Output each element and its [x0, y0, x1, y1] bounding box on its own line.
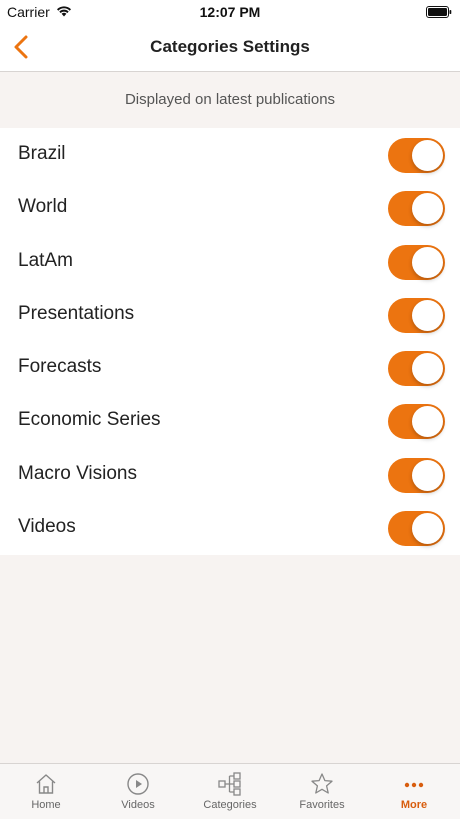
category-row-forecasts: Forecasts	[0, 341, 460, 394]
category-label: Economic Series	[18, 409, 161, 431]
tab-label: Categories	[203, 799, 257, 811]
videos-toggle[interactable]	[388, 511, 445, 547]
toggle-knob	[412, 193, 443, 225]
tab-favorites[interactable]: Favorites	[276, 764, 368, 819]
category-row-world: World	[0, 181, 460, 234]
forecasts-toggle[interactable]	[388, 351, 445, 387]
category-label: Forecasts	[18, 356, 102, 378]
toggle-knob	[412, 406, 443, 438]
section-header-text: Displayed on latest publications	[124, 91, 336, 108]
toggle-knob	[412, 513, 443, 545]
hierarchy-icon	[218, 772, 241, 796]
toggle-knob	[412, 246, 443, 278]
category-label: Videos	[18, 516, 76, 538]
toggle-knob	[412, 353, 443, 385]
navigation-bar: Categories Settings	[0, 24, 460, 72]
status-time: 12:07 PM	[199, 4, 261, 20]
tab-label: Home	[31, 799, 61, 811]
tab-label: Favorites	[299, 799, 345, 811]
category-label: LatAm	[18, 249, 73, 271]
tab-more[interactable]: More	[368, 764, 460, 819]
category-label: Presentations	[18, 302, 135, 324]
toggle-knob	[412, 140, 443, 171]
tab-bar: Home Videos Categories Favorites More	[0, 763, 460, 819]
category-label: World	[18, 196, 68, 218]
battery-icon	[426, 6, 452, 18]
world-toggle[interactable]	[388, 191, 445, 227]
category-row-economic-series: Economic Series	[0, 394, 460, 447]
toggle-knob	[412, 459, 443, 491]
home-icon	[36, 774, 56, 794]
tab-label: More	[400, 799, 428, 811]
page-title: Categories Settings	[150, 37, 310, 56]
latam-toggle[interactable]	[388, 244, 445, 280]
play-circle-icon	[127, 773, 149, 795]
category-row-videos: Videos	[0, 501, 460, 554]
economic-series-toggle[interactable]	[388, 404, 445, 440]
macro-visions-toggle[interactable]	[388, 457, 445, 493]
toggle-knob	[412, 299, 443, 331]
category-label: Brazil	[18, 143, 66, 164]
tab-home[interactable]: Home	[0, 764, 92, 819]
more-dots-icon	[404, 782, 424, 788]
category-row-macro-visions: Macro Visions	[0, 448, 460, 501]
brazil-toggle[interactable]	[388, 138, 445, 173]
tab-label: Videos	[121, 799, 155, 811]
tab-categories[interactable]: Categories	[184, 764, 276, 819]
star-icon	[311, 773, 333, 794]
categories-list: Brazil World LatAm Presentations Forecas…	[0, 128, 460, 555]
presentations-toggle[interactable]	[388, 297, 445, 333]
tab-videos[interactable]: Videos	[92, 764, 184, 819]
category-row-presentations: Presentations	[0, 288, 460, 341]
section-header: Displayed on latest publications	[0, 72, 460, 128]
category-row-brazil: Brazil	[0, 128, 460, 181]
category-row-latam: LatAm	[0, 235, 460, 288]
category-label: Macro Visions	[18, 462, 137, 484]
status-bar: Carrier 12:07 PM	[0, 0, 460, 24]
